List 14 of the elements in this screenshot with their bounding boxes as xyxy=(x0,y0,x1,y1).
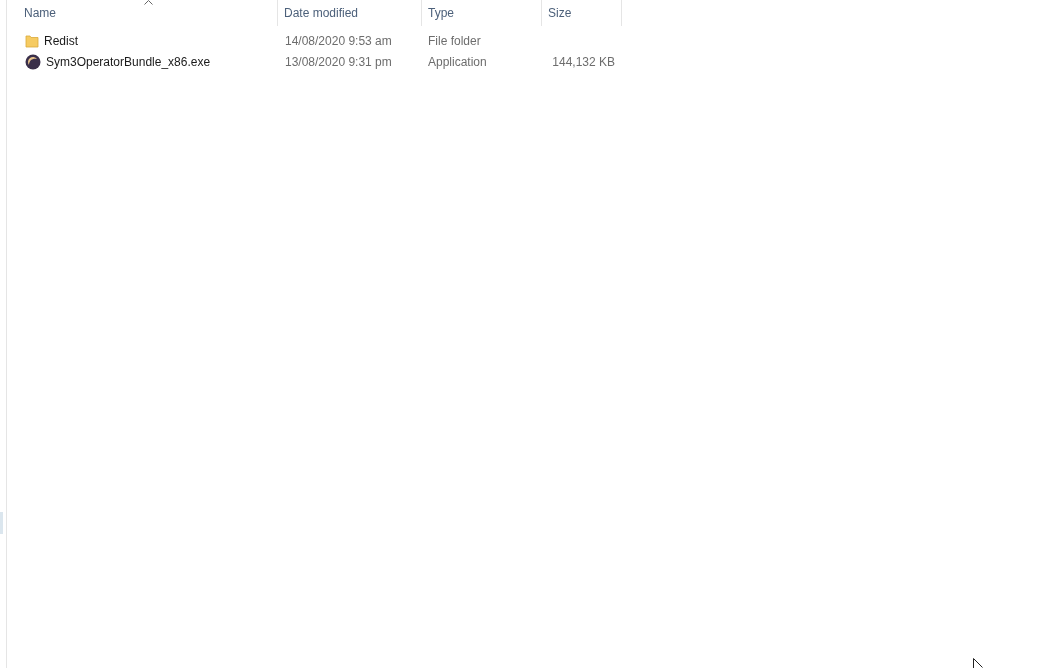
application-icon xyxy=(25,53,41,70)
table-cell: File folder xyxy=(428,33,481,48)
table-cell: 14/08/2020 9:53 am xyxy=(285,33,392,48)
file-name[interactable]: Redist xyxy=(44,31,78,50)
table-cell: 144,132 KB xyxy=(552,54,615,69)
folder-icon xyxy=(25,33,39,48)
column-header[interactable]: Size xyxy=(548,4,572,22)
column-header[interactable]: Date modified xyxy=(284,4,359,22)
column-header[interactable]: Name xyxy=(24,4,56,22)
file-name[interactable]: Sym3OperatorBundle_x86.exe xyxy=(46,52,211,71)
table-cell: 13/08/2020 9:31 pm xyxy=(285,54,392,69)
table-cell: Application xyxy=(428,54,487,69)
column-header[interactable]: Type xyxy=(428,4,454,22)
mouse-cursor-icon xyxy=(973,658,983,668)
